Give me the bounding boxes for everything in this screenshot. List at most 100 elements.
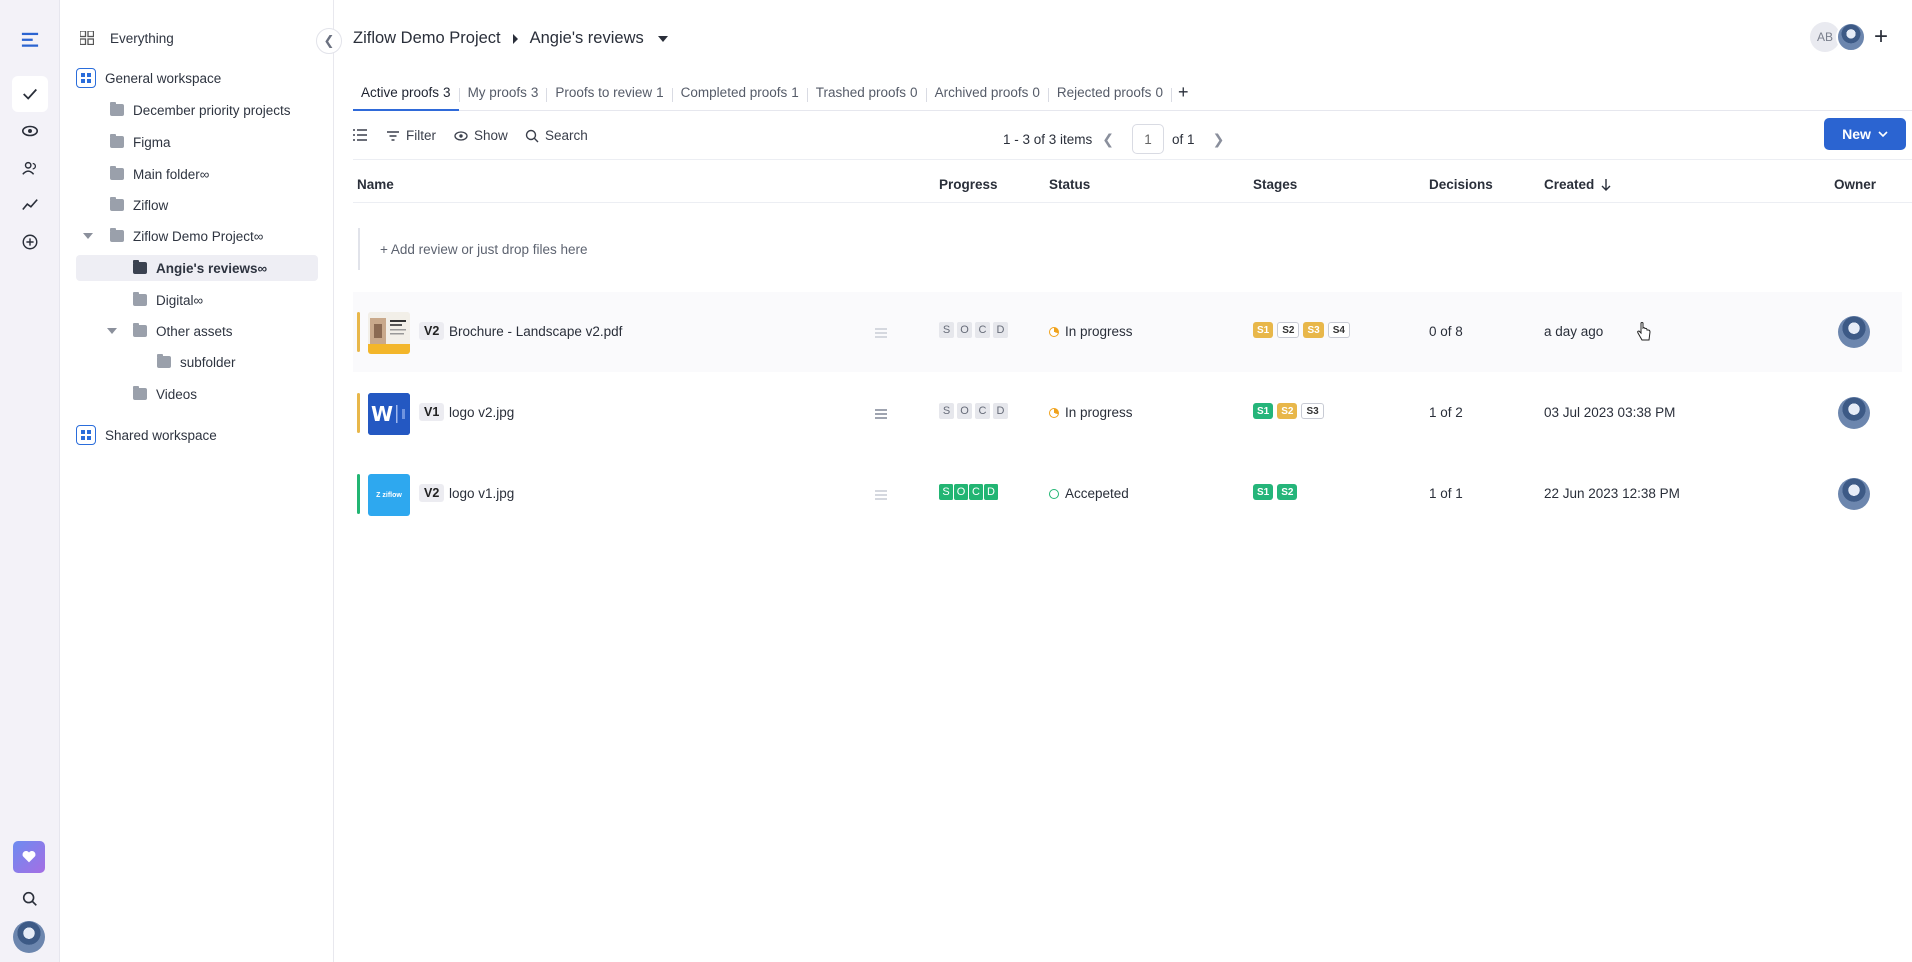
- tab-count: 1: [656, 85, 664, 100]
- column-stages[interactable]: Stages: [1253, 177, 1297, 192]
- menu-icon[interactable]: [12, 22, 48, 58]
- row-status-bar: [357, 393, 360, 433]
- tree-shared-workspace[interactable]: Shared workspace: [76, 422, 217, 448]
- stage-badge[interactable]: S4: [1327, 322, 1350, 338]
- file-name[interactable]: Brochure - Landscape v2.pdf: [449, 324, 622, 339]
- file-name[interactable]: logo v2.jpg: [449, 405, 514, 420]
- tab-active-proofs[interactable]: Active proofs 3: [353, 76, 459, 111]
- proof-tabs: Active proofs 3 My proofs 3 Proofs to revi…: [353, 76, 1912, 111]
- tree-folder-december[interactable]: December priority projects: [110, 97, 291, 123]
- tree-folder-angies-reviews[interactable]: Angie's reviews∞: [76, 255, 318, 281]
- breadcrumb: Ziflow Demo Project Angie's reviews: [353, 29, 668, 48]
- comments-icon[interactable]: [875, 490, 887, 502]
- stage-badge[interactable]: S1: [1253, 484, 1274, 500]
- progress-step: O: [954, 484, 969, 500]
- column-decisions[interactable]: Decisions: [1429, 177, 1493, 192]
- file-name[interactable]: logo v1.jpg: [449, 486, 514, 501]
- search-button[interactable]: Search: [525, 128, 588, 143]
- member-avatar[interactable]: [1835, 22, 1866, 52]
- breadcrumb-project[interactable]: Ziflow Demo Project: [353, 29, 501, 48]
- table-row[interactable]: Z ziflow V2 logo v1.jpg S O C D Accepete…: [353, 454, 1902, 534]
- tree-folder-label: Ziflow: [133, 197, 169, 213]
- status: In progress: [1049, 405, 1133, 420]
- column-name[interactable]: Name: [357, 177, 394, 192]
- filter-button[interactable]: Filter: [386, 128, 436, 143]
- new-button[interactable]: New: [1824, 118, 1906, 150]
- progress-step: C: [975, 322, 990, 338]
- tab-my-proofs[interactable]: My proofs 3: [460, 76, 547, 111]
- tab-proofs-to-review[interactable]: Proofs to review 1: [547, 76, 671, 111]
- sort-arrow-down-icon[interactable]: [1601, 178, 1611, 191]
- owner-avatar[interactable]: [1838, 316, 1870, 348]
- add-tab-icon[interactable]: +: [1178, 82, 1189, 103]
- file-thumbnail[interactable]: W: [368, 393, 410, 435]
- tree-folder-videos[interactable]: Videos: [133, 381, 197, 407]
- created-date: 22 Jun 2023 12:38 PM: [1544, 486, 1680, 501]
- stage-badge[interactable]: S2: [1277, 484, 1298, 500]
- tree-folder-digital[interactable]: Digital∞: [133, 287, 203, 313]
- breadcrumb-page[interactable]: Angie's reviews: [530, 29, 644, 48]
- tree-folder-figma[interactable]: Figma: [110, 129, 171, 155]
- tab-rejected-proofs[interactable]: Rejected proofs 0: [1049, 76, 1171, 111]
- tab-trashed-proofs[interactable]: Trashed proofs 0: [808, 76, 926, 111]
- tab-label: Proofs to review: [555, 85, 653, 100]
- page-input[interactable]: 1: [1132, 124, 1165, 154]
- header-members: AB +: [1809, 22, 1888, 52]
- show-button[interactable]: Show: [454, 128, 508, 143]
- list-view-icon[interactable]: [353, 128, 373, 142]
- expand-caret-icon[interactable]: [83, 233, 93, 239]
- tree-general-workspace[interactable]: General workspace: [76, 65, 221, 91]
- column-status[interactable]: Status: [1049, 177, 1090, 192]
- version-badge: V2: [419, 322, 445, 340]
- comments-icon[interactable]: [875, 328, 887, 340]
- tree-folder-ziflow[interactable]: Ziflow: [110, 192, 168, 218]
- stage-badge[interactable]: S3: [1303, 322, 1324, 338]
- status-label: In progress: [1065, 405, 1133, 420]
- file-thumbnail[interactable]: Z ziflow: [368, 474, 410, 516]
- column-created[interactable]: Created: [1544, 177, 1611, 192]
- breadcrumb-caret-icon: [512, 33, 518, 44]
- owner-avatar[interactable]: [1838, 397, 1870, 429]
- add-member-icon[interactable]: +: [1874, 25, 1888, 49]
- stage-badge[interactable]: S2: [1277, 403, 1298, 419]
- column-owner[interactable]: Owner: [1834, 177, 1876, 192]
- collapse-sidebar-button[interactable]: ❮: [316, 28, 342, 54]
- file-thumbnail[interactable]: [368, 312, 410, 354]
- comments-icon[interactable]: [875, 409, 887, 421]
- version-badge: V2: [419, 484, 445, 502]
- progress-step: S: [939, 484, 954, 500]
- expand-caret-icon[interactable]: [107, 328, 117, 334]
- search-icon[interactable]: [12, 881, 48, 917]
- tree-everything[interactable]: Everything: [80, 25, 174, 51]
- status: Accepeted: [1049, 486, 1129, 501]
- analytics-icon[interactable]: [12, 187, 48, 223]
- tree-folder-other-assets[interactable]: Other assets: [133, 318, 233, 344]
- stage-badge[interactable]: S3: [1301, 403, 1324, 419]
- stage-badge[interactable]: S1: [1253, 403, 1274, 419]
- tab-completed-proofs[interactable]: Completed proofs 1: [673, 76, 807, 111]
- add-circle-icon[interactable]: [12, 224, 48, 260]
- column-progress[interactable]: Progress: [939, 177, 998, 192]
- users-icon[interactable]: [12, 150, 48, 186]
- table-row[interactable]: W V1 logo v2.jpg S O C D In progress S1 …: [353, 373, 1902, 453]
- next-page-icon[interactable]: ❯: [1213, 131, 1225, 148]
- user-avatar[interactable]: [13, 921, 45, 953]
- show-label: Show: [474, 128, 508, 143]
- proofs-check-icon[interactable]: [12, 76, 48, 112]
- tab-archived-proofs[interactable]: Archived proofs 0: [927, 76, 1048, 111]
- chevron-down-icon: [1878, 131, 1888, 138]
- stage-badge[interactable]: S1: [1253, 322, 1274, 338]
- folder-icon: [133, 323, 147, 337]
- filter-label: Filter: [406, 128, 436, 143]
- review-eye-icon[interactable]: [12, 113, 48, 149]
- prev-page-icon[interactable]: ❮: [1102, 131, 1114, 148]
- table-row[interactable]: V2 Brochure - Landscape v2.pdf S O C D I…: [353, 292, 1902, 372]
- tree-folder-main[interactable]: Main folder∞: [110, 161, 209, 187]
- tree-folder-ziflow-demo[interactable]: Ziflow Demo Project∞: [110, 223, 263, 249]
- owner-avatar[interactable]: [1838, 478, 1870, 510]
- add-review-dropzone[interactable]: + Add review or just drop files here: [358, 228, 587, 270]
- tree-folder-subfolder[interactable]: subfolder: [157, 349, 236, 375]
- chevron-down-icon[interactable]: [657, 35, 668, 42]
- heart-icon[interactable]: [13, 841, 45, 873]
- stage-badge[interactable]: S2: [1277, 322, 1300, 338]
